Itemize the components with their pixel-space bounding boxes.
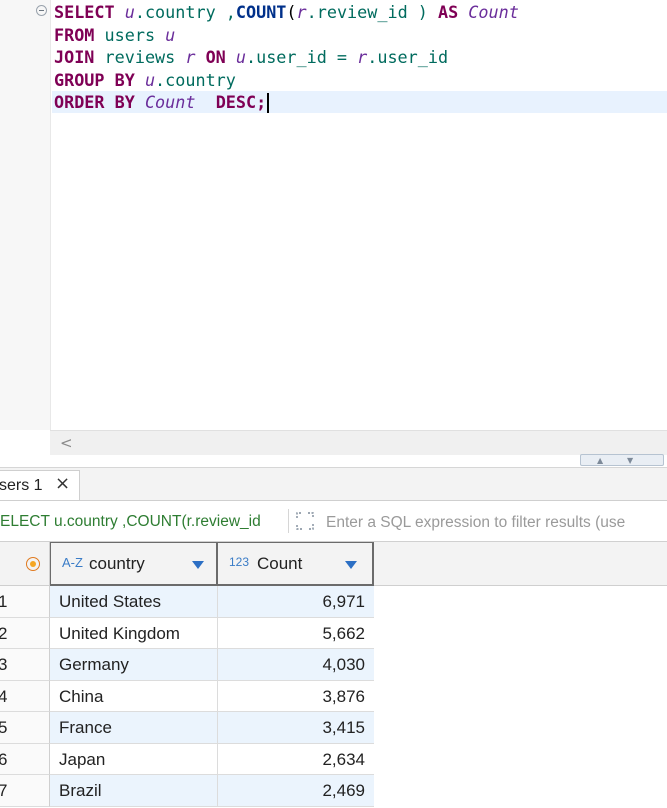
code-token: users: [104, 24, 166, 45]
cell-count[interactable]: 2,469: [218, 775, 374, 807]
cell-count[interactable]: 3,415: [218, 712, 374, 744]
code-token: ON: [205, 47, 236, 67]
row-number[interactable]: 3: [0, 649, 50, 681]
cell-country[interactable]: Germany: [50, 649, 218, 681]
table-row[interactable]: 6 Japan 2,634: [0, 743, 667, 775]
splitter-toggle-buttons[interactable]: ▲ ▼: [580, 454, 664, 466]
cell-country[interactable]: United States: [50, 586, 218, 618]
header-filler: [374, 542, 667, 586]
code-token: u: [124, 2, 135, 22]
code-line[interactable]: JOIN reviews r ON u.user_id = r.user_id: [54, 46, 448, 68]
results-grid: A-Z country 123 Count 1 United States 6,97…: [0, 542, 667, 808]
sql-editor[interactable]: SELECT u.country ,COUNT(r.review_id ) AS…: [0, 0, 667, 430]
splitter-up-arrow-icon[interactable]: ▲: [597, 456, 603, 465]
column-name-country: country: [89, 554, 145, 573]
code-token: DESC;: [215, 92, 267, 112]
code-token: r: [357, 47, 368, 67]
code-token: FROM: [54, 24, 105, 45]
row-number[interactable]: 6: [0, 743, 50, 775]
select-all-radio-icon[interactable]: [26, 557, 40, 571]
code-token: .user_id: [367, 47, 449, 67]
table-row[interactable]: 7 Brazil 2,469: [0, 775, 667, 807]
fold-collapse-icon[interactable]: [36, 5, 47, 16]
code-token: (: [286, 2, 297, 22]
code-token: r: [296, 2, 307, 22]
column-header-country[interactable]: A-Z country: [50, 542, 218, 586]
cell-count[interactable]: 5,662: [218, 618, 374, 649]
cell-country[interactable]: China: [50, 680, 218, 712]
column-name-count: Count: [257, 554, 303, 573]
table-row[interactable]: 3 Germany 4,030: [0, 649, 667, 681]
code-token: u: [144, 69, 156, 90]
code-token: r: [185, 47, 206, 67]
sort-dropdown-icon[interactable]: [192, 561, 204, 569]
code-token: Count: [468, 2, 519, 22]
tab-results-1[interactable]: sers 1 ×: [0, 470, 80, 500]
editor-horizontal-scrollbar[interactable]: <: [50, 430, 667, 455]
column-header-count[interactable]: 123 Count: [218, 542, 374, 586]
code-token: .user_id =: [246, 47, 358, 67]
code-line[interactable]: ORDER BY Count DESC;: [52, 91, 667, 113]
code-token: .country ,: [134, 2, 236, 22]
results-tab-bar: sers 1 ×: [0, 468, 667, 501]
row-number[interactable]: 2: [0, 617, 50, 649]
tab-label: sers 1: [0, 477, 43, 494]
editor-gutter: [0, 0, 51, 430]
number-type-icon: 123: [229, 555, 250, 569]
code-token: AS: [437, 2, 469, 22]
code-token: SELECT: [54, 2, 125, 22]
cell-country[interactable]: Brazil: [50, 775, 218, 807]
table-row[interactable]: 5 France 3,415: [0, 712, 667, 744]
expand-filter-icon[interactable]: [288, 509, 319, 533]
cell-count[interactable]: 6,971: [218, 586, 374, 618]
code-token: JOIN: [54, 47, 105, 67]
code-token: reviews: [104, 47, 186, 67]
scroll-left-arrow-icon[interactable]: <: [60, 434, 73, 452]
filter-input[interactable]: Enter a SQL expression to filter results…: [326, 514, 625, 532]
code-token: .review_id ): [306, 2, 438, 22]
filter-bar: ELECT u.country ,COUNT(r.review_id Enter…: [0, 501, 667, 542]
code-token: u: [235, 47, 246, 67]
cell-count[interactable]: 3,876: [218, 681, 374, 712]
sort-dropdown-icon[interactable]: [345, 561, 357, 569]
code-token: COUNT: [235, 2, 287, 22]
text-caret: [267, 93, 270, 113]
code-token: .country: [155, 69, 236, 90]
query-text-label[interactable]: ELECT u.country ,COUNT(r.review_id: [0, 513, 261, 531]
cell-country[interactable]: Japan: [50, 743, 218, 775]
code-token: Count: [144, 92, 196, 112]
row-number-header[interactable]: [0, 542, 50, 586]
code-line[interactable]: SELECT u.country ,COUNT(r.review_id ) AS…: [54, 1, 519, 23]
panel-splitter[interactable]: [0, 455, 667, 468]
code-token: GROUP BY: [54, 69, 145, 90]
table-row[interactable]: 2 United Kingdom 5,662: [0, 617, 667, 649]
cell-count[interactable]: 2,634: [218, 744, 374, 775]
code-line[interactable]: GROUP BY u.country: [54, 69, 236, 91]
cell-count[interactable]: 4,030: [218, 649, 374, 681]
code-line[interactable]: FROM users u: [54, 24, 175, 46]
text-type-icon: A-Z: [62, 555, 83, 570]
table-row[interactable]: 1 United States 6,971: [0, 586, 667, 618]
splitter-down-arrow-icon[interactable]: ▼: [627, 456, 633, 465]
close-icon[interactable]: ×: [55, 473, 70, 494]
row-number[interactable]: 5: [0, 712, 50, 744]
row-number[interactable]: 7: [0, 775, 50, 807]
code-token: ORDER BY: [54, 92, 145, 112]
cell-country[interactable]: France: [50, 712, 218, 744]
table-row[interactable]: 4 China 3,876: [0, 680, 667, 712]
row-number[interactable]: 1: [0, 586, 50, 618]
cell-country[interactable]: United Kingdom: [50, 617, 218, 649]
code-token: u: [165, 24, 176, 45]
row-number[interactable]: 4: [0, 680, 50, 712]
